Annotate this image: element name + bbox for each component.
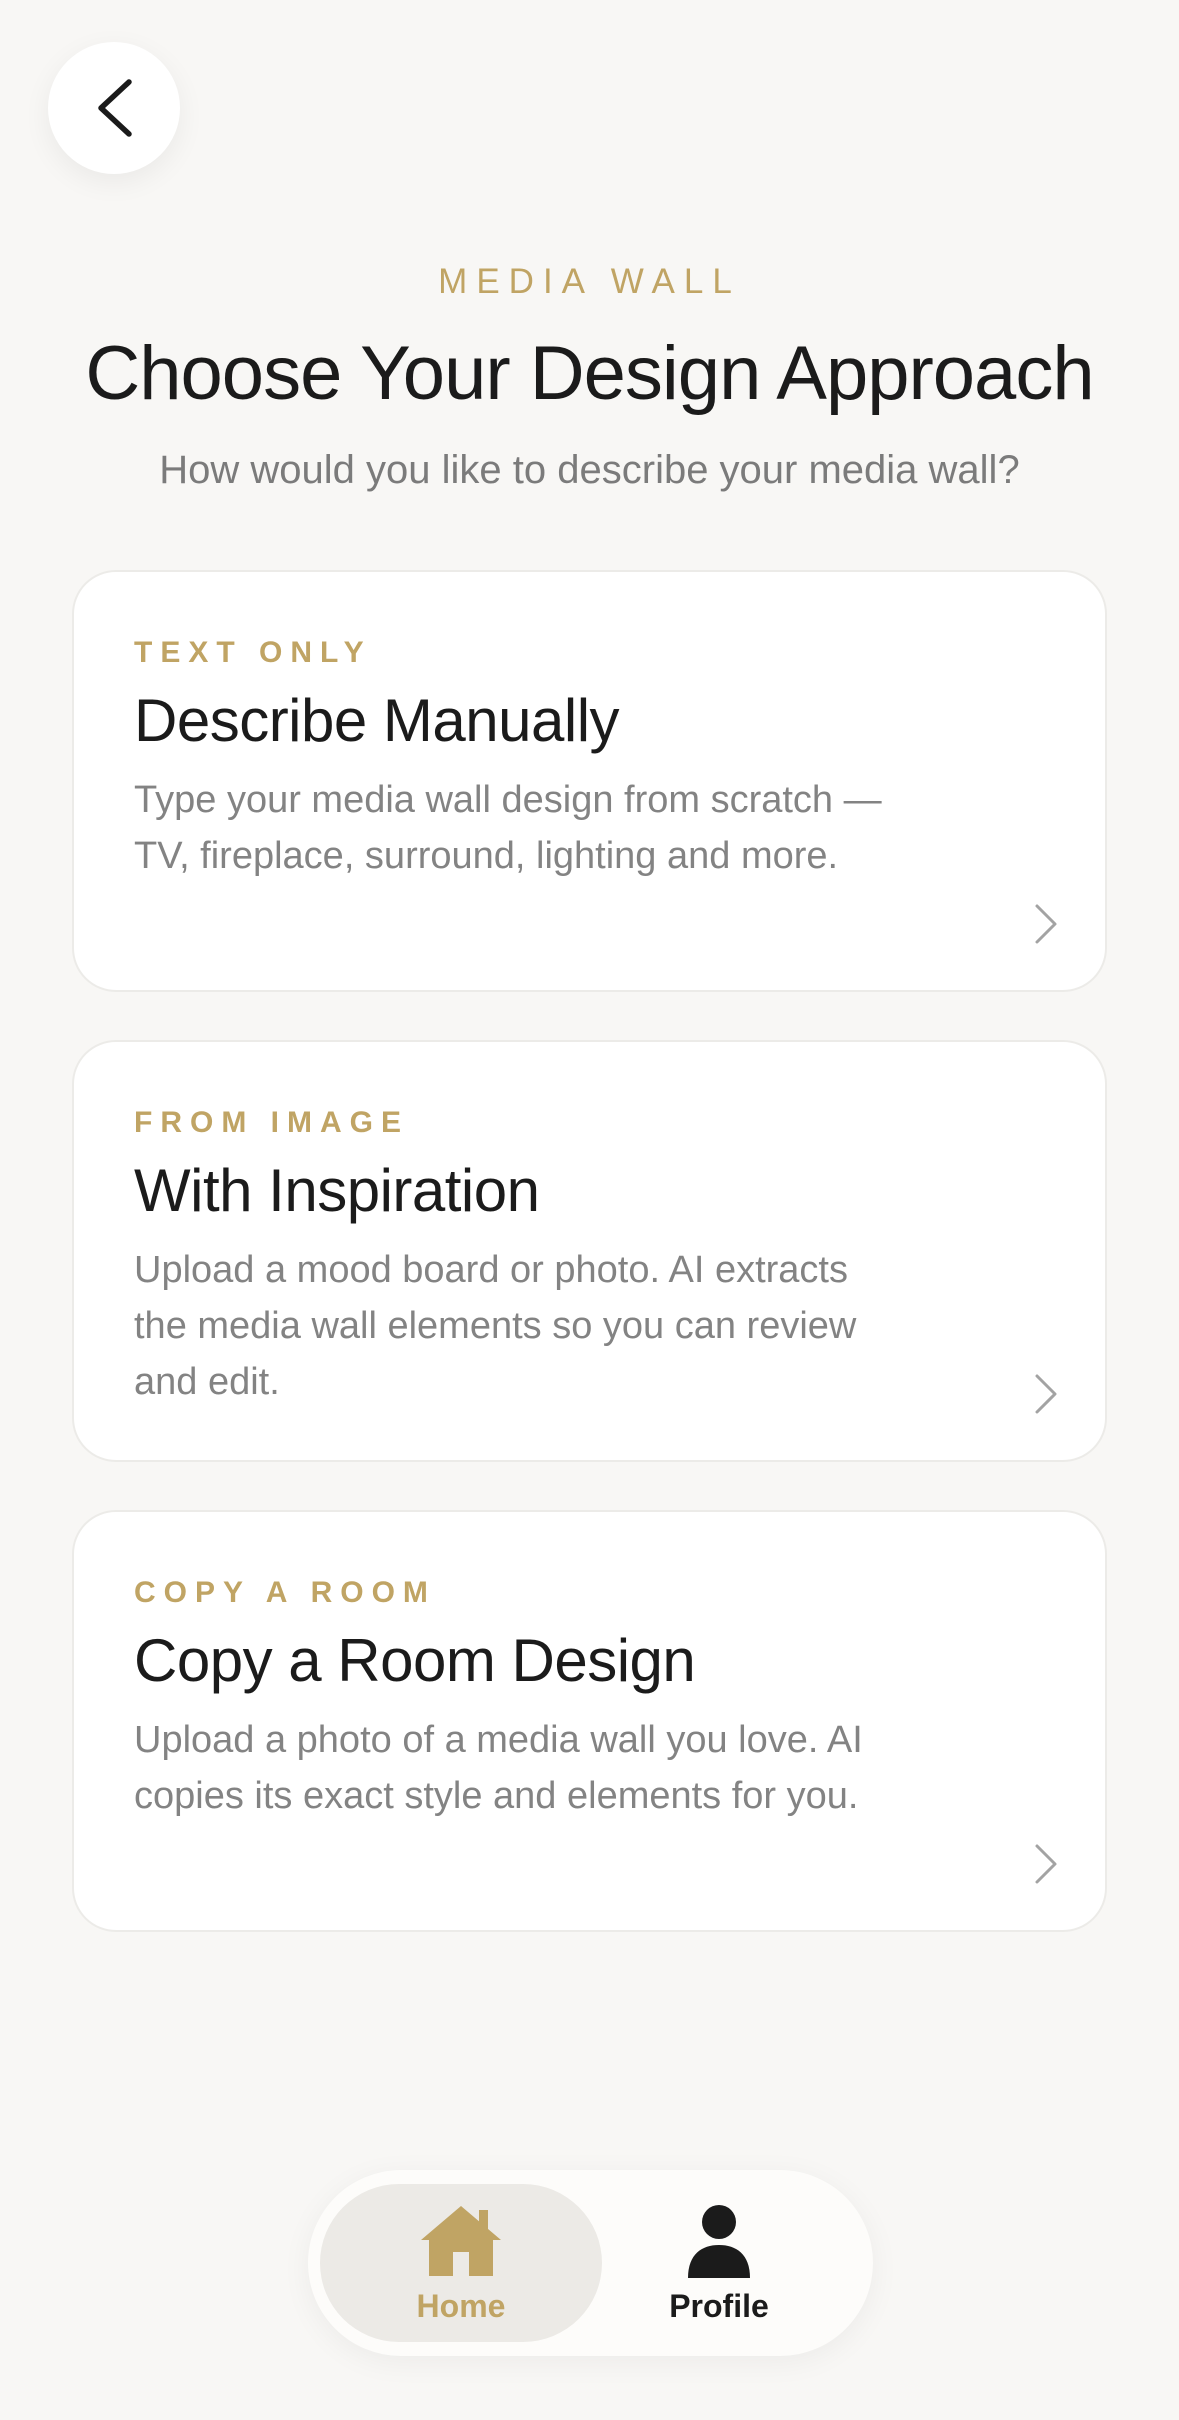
card-tag: COPY A ROOM (134, 1576, 436, 1609)
card-tag: FROM IMAGE (134, 1106, 409, 1139)
chevron-right-icon (1035, 1844, 1057, 1884)
option-card-with-inspiration[interactable]: FROM IMAGE With Inspiration Upload a moo… (72, 1040, 1107, 1462)
back-button[interactable] (48, 42, 180, 174)
section-eyebrow: MEDIA WALL (438, 262, 741, 301)
page-title: Choose Your Design Approach (85, 331, 1094, 416)
card-tag: TEXT ONLY (134, 636, 372, 669)
chevron-right-icon (1035, 1374, 1057, 1414)
tab-home[interactable]: Home (320, 2184, 602, 2342)
card-title: With Inspiration (134, 1157, 540, 1224)
choose-design-approach-screen: MEDIA WALL Choose Your Design Approach H… (0, 0, 1179, 2420)
tab-profile-label: Profile (669, 2287, 769, 2324)
chevron-right-icon (1035, 904, 1057, 944)
home-icon (421, 2205, 501, 2276)
card-description: Type your media wall design from scratch… (134, 779, 882, 877)
option-card-copy-room-design[interactable]: COPY A ROOM Copy a Room Design Upload a … (72, 1510, 1107, 1932)
card-title: Copy a Room Design (134, 1627, 696, 1694)
card-title: Describe Manually (134, 687, 620, 754)
tab-profile[interactable]: Profile (578, 2184, 860, 2342)
chevron-left-icon (98, 79, 132, 137)
person-icon (688, 2204, 750, 2278)
card-description: Upload a mood board or photo. AI extract… (134, 1249, 857, 1403)
bottom-tab-bar: Home Profile (308, 2170, 873, 2356)
tab-home-label: Home (416, 2287, 506, 2324)
card-description: Upload a photo of a media wall you love.… (134, 1719, 863, 1817)
option-card-describe-manually[interactable]: TEXT ONLY Describe Manually Type your me… (72, 570, 1107, 992)
page-subtitle: How would you like to describe your medi… (159, 448, 1020, 492)
